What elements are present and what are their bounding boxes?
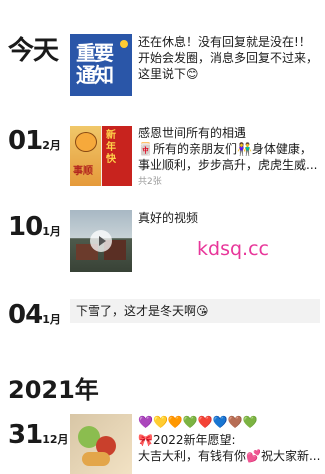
thumb-text-c: 年 (106, 142, 116, 153)
notice-thumb-line-2: 通知 (76, 63, 114, 87)
notice-thumbnail[interactable]: 重要 通知 (70, 34, 132, 96)
text-post-box[interactable]: 下雪了，这才是冬天啊😘 (70, 299, 320, 323)
thumb-text-b: 新 (106, 130, 116, 141)
date-jan10: 101月 (8, 214, 61, 240)
video-thumbnail[interactable] (70, 210, 132, 272)
post-text-feb01: 感恩世间所有的相遇 🀄所有的亲朋友们👫身体健康，事业顺利，步步高升，虎虎生威..… (138, 126, 318, 172)
day-number: 04 (8, 300, 43, 330)
month-label: 12月 (42, 433, 69, 446)
date-dec31: 3112月 (8, 422, 69, 448)
month-label: 1月 (42, 313, 61, 326)
year-header: 2021年 (8, 376, 99, 404)
month-label: 2月 (42, 139, 61, 152)
notice-thumb-line-1: 重要 (76, 41, 114, 65)
emoji-line: 💜💛🧡💚❤️💙🤎💚 (138, 415, 258, 429)
photo-grid-thumbnail[interactable]: 事顺 新 年 快 (70, 126, 132, 186)
food-photo-thumbnail[interactable] (70, 414, 132, 474)
date-feb01: 012月 (8, 128, 61, 154)
post-text-jan04: 下雪了，这才是冬天啊😘 (76, 304, 209, 318)
day-number: 31 (8, 420, 43, 450)
post-text-jan10: 真好的视频 (138, 211, 199, 225)
watermark-text: kdsq.cc (197, 238, 269, 260)
post-text-today: 还在休息！没有回复就是没在!！开始会发圈，消息多回复不过来，这里说下😊 (138, 35, 319, 81)
date-jan04: 041月 (8, 302, 61, 328)
post-text-dec31: 🎀2022新年愿望: 大吉大利，有钱有你💕祝大家新... (138, 433, 321, 463)
month-label: 1月 (42, 225, 61, 238)
day-number: 10 (8, 212, 43, 242)
photo-count: 共2张 (138, 177, 162, 187)
date-label-today: 今天 (8, 36, 59, 66)
day-number: 01 (8, 126, 43, 156)
thumb-text-d: 快 (106, 154, 116, 165)
play-icon[interactable] (90, 230, 112, 252)
thumb-text-a: 事顺 (73, 166, 93, 177)
